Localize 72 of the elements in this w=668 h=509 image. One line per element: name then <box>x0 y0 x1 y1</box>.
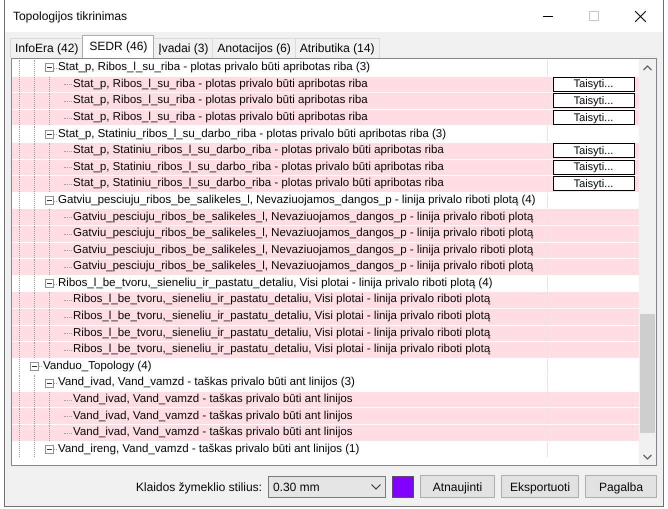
tree-row[interactable]: Ribos_l_be_tvoru,_sieneliu_ir_pastatu_detaliu, Visi plotai - linija privalo riboti plotą <box>12 326 639 342</box>
edit-button[interactable]: Taisyti... <box>552 160 634 175</box>
tree-item-label: Stat_p, Statiniu_ribos_l_su_darbo_riba - plotas privalo būti apribotas riba <box>72 143 444 158</box>
color-swatch[interactable] <box>392 476 414 498</box>
tree-item-label: Stat_p, Statiniu_ribos_l_su_darbo_riba - plotas privalo būti apribotas riba <box>72 160 444 175</box>
tree-item-label: Ribos_l_be_tvoru,_sieneliu_ir_pastatu_detaliu, Visi plotai - linija privalo riboti plotą <box>72 309 490 324</box>
collapse-icon[interactable] <box>45 444 54 454</box>
collapse-icon[interactable] <box>30 362 39 371</box>
tree-item-label: Vand_ireng, Vand_vamzd - taškas privalo būti ant linijos (1) <box>57 442 360 457</box>
tree-item-label: Gatviu_pesciuju_ribos_be_salikeles_l, Nevaziuojamos_dangos_p - linija privalo riboti plotą <box>72 210 534 225</box>
tree-row[interactable]: Gatviu_pesciuju_ribos_be_salikeles_l, Nevaziuojamos_dangos_p - linija privalo riboti plotą <box>12 209 639 226</box>
tree-item-label: Gatviu_pesciuju_ribos_be_salikeles_l, Nevaziuojamos_dangos_p - linija privalo riboti plotą <box>72 259 534 274</box>
collapse-icon[interactable] <box>45 279 54 288</box>
tree-row[interactable]: Ribos_l_be_tvoru,_sieneliu_ir_pastatu_detaliu, Visi plotai - linija privalo riboti plotą <box>12 342 639 359</box>
tree-row[interactable]: Ribos_l_be_tvoru,_sieneliu_ir_pastatu_detaliu, Visi plotai - linija privalo riboti plotą <box>12 292 639 309</box>
maximize-icon <box>589 11 599 21</box>
tree-row[interactable]: Stat_p, Statiniu_ribos_l_su_darbo_riba - plotas privalo būti apribotas riba Taisyti... <box>12 142 639 160</box>
collapse-icon[interactable] <box>45 196 54 206</box>
tree-row[interactable]: Stat_p, Ribos_l_su_riba - plotas privalo būti apribotas riba Taisyti... <box>12 76 639 94</box>
tree-item-label: Gatviu_pesciuju_ribos_be_salikeles_l, Nevaziuojamos_dangos_p - linija privalo riboti plotą <box>72 242 534 258</box>
tree-item-label: Vand_ivad, Vand_vamzd - taškas privalo būti ant linijos <box>72 392 353 408</box>
close-icon <box>634 10 646 22</box>
tree-item-label: Stat_p, Ribos_l_su_riba - plotas privalo būti apribotas riba <box>72 110 368 125</box>
tab[interactable]: InfoEra (42) <box>10 38 84 58</box>
edit-button[interactable]: Taisyti... <box>552 110 634 126</box>
tree-row[interactable]: Stat_p, Statiniu_ribos_l_su_darbo_riba - plotas privalo būti apribotas riba Taisyti... <box>12 176 639 193</box>
tree-item-label: Vand_ivad, Vand_vamzd - taškas privalo būti ant linijos <box>72 425 353 440</box>
tree-item-label: Ribos_l_be_tvoru,_sieneliu_ir_pastatu_detaliu, Visi plotai - linija privalo riboti plotą (4) <box>57 276 492 291</box>
tree-item-label: Stat_p, Ribos_l_su_riba - plotas privalo būti apribotas riba <box>72 93 368 108</box>
edit-button[interactable]: Taisyti... <box>552 176 634 192</box>
tree-item-label: Stat_p, Ribos_l_su_riba - plotas privalo būti apribotas riba <box>72 76 368 92</box>
tree-row[interactable]: Stat_p, Ribos_l_su_riba - plotas privalo būti apribotas riba Taisyti... <box>12 110 639 126</box>
marker-style-label: Klaidos žymeklio stilius: <box>136 478 262 496</box>
tree-row[interactable]: Vand_ivad, Vand_vamzd - taškas privalo būti ant linijos <box>12 425 639 442</box>
tree-row[interactable]: Ribos_l_be_tvoru,_sieneliu_ir_pastatu_detaliu, Visi plotai - linija privalo riboti plotą <box>12 308 639 326</box>
tree-row[interactable]: Stat_p, Statiniu_ribos_l_su_darbo_riba - plotas privalo būti apribotas riba Taisyti... <box>12 160 639 176</box>
tree-row[interactable]: Gatviu_pesciuju_ribos_be_salikeles_l, Nevaziuojamos_dangos_p - linija privalo riboti plotą <box>12 259 639 276</box>
tree-item-label: Vanduo_Topology (4) <box>42 358 152 374</box>
tree-row[interactable]: Gatviu_pesciuju_ribos_be_salikeles_l, Nevaziuojamos_dangos_p - linija privalo riboti plotą <box>12 226 639 243</box>
tree-row[interactable]: Vand_ivad, Vand_vamzd - taškas privalo būti ant linijos <box>12 408 639 426</box>
edit-button[interactable]: Taisyti... <box>552 76 634 92</box>
scroll-down-icon[interactable] <box>643 454 652 460</box>
collapse-icon[interactable] <box>45 130 54 139</box>
refresh-button[interactable]: Atnaujinti <box>420 475 495 498</box>
tree-item-label: Ribos_l_be_tvoru,_sieneliu_ir_pastatu_detaliu, Visi plotai - linija privalo riboti plotą <box>72 342 490 358</box>
tree-item-label: Stat_p, Statiniu_ribos_l_su_darbo_riba - plotas privalo būti apribotas riba <box>72 176 444 192</box>
edit-button[interactable]: Taisyti... <box>552 143 634 158</box>
export-button[interactable]: Eksportuoti <box>500 475 579 498</box>
tab[interactable]: Atributika (14) <box>294 38 380 58</box>
collapse-icon[interactable] <box>45 63 54 72</box>
scrollbar[interactable] <box>639 59 656 465</box>
tree-item-label: Stat_p, Ribos_l_su_riba - plotas privalo būti apribotas riba (3) <box>57 60 370 76</box>
tree-row[interactable]: Vand_ivad, Vand_vamzd - taškas privalo būti ant linijos <box>12 392 639 408</box>
tree-item-label: Vand_ivad, Vand_vamzd - taškas privalo būti ant linijos (3) <box>57 375 355 390</box>
tree-row[interactable]: Vand_ireng, Vand_vamzd - taškas privalo būti ant linijos (1) <box>12 442 639 458</box>
tree-item-label: Ribos_l_be_tvoru,_sieneliu_ir_pastatu_detaliu, Visi plotai - linija privalo riboti plotą <box>72 326 490 341</box>
tab[interactable]: SEDR (46) <box>82 35 154 58</box>
collapse-icon[interactable] <box>45 378 54 388</box>
style-dropdown[interactable]: 0.30 mm <box>268 476 386 498</box>
scroll-up-icon[interactable] <box>643 64 652 70</box>
help-button[interactable]: Pagalba <box>585 475 657 498</box>
tree-row[interactable]: Gatviu_pesciuju_ribos_be_salikeles_l, Nevaziuojamos_dangos_p - linija privalo riboti plotą <box>12 242 639 260</box>
tree-item-label: Ribos_l_be_tvoru,_sieneliu_ir_pastatu_detaliu, Visi plotai - linija privalo riboti plotą <box>72 292 490 308</box>
edit-button[interactable]: Taisyti... <box>552 93 634 108</box>
tree-row[interactable]: Vanduo_Topology (4) <box>12 358 639 376</box>
chevron-icon <box>370 484 381 490</box>
tree-row[interactable]: Stat_p, Ribos_l_su_riba - plotas privalo būti apribotas riba Taisyti... <box>12 93 639 110</box>
tree-item-label: Stat_p, Statiniu_ribos_l_su_darbo_riba - plotas privalo būti apribotas riba (3) <box>57 126 446 142</box>
tree-item-label: Vand_ivad, Vand_vamzd - taškas privalo būti ant linijos <box>72 408 353 424</box>
window-title: Topologijos tikrinimas <box>13 8 128 25</box>
tree-item-label: Gatviu_pesciuju_ribos_be_salikeles_l, Nevaziuojamos_dangos_p - linija privalo riboti plotą <box>72 226 534 242</box>
tree-item-label: Gatviu_pesciuju_ribos_be_salikeles_l, Nevaziuojamos_dangos_p - linija privalo riboti plotą (4) <box>57 192 536 208</box>
